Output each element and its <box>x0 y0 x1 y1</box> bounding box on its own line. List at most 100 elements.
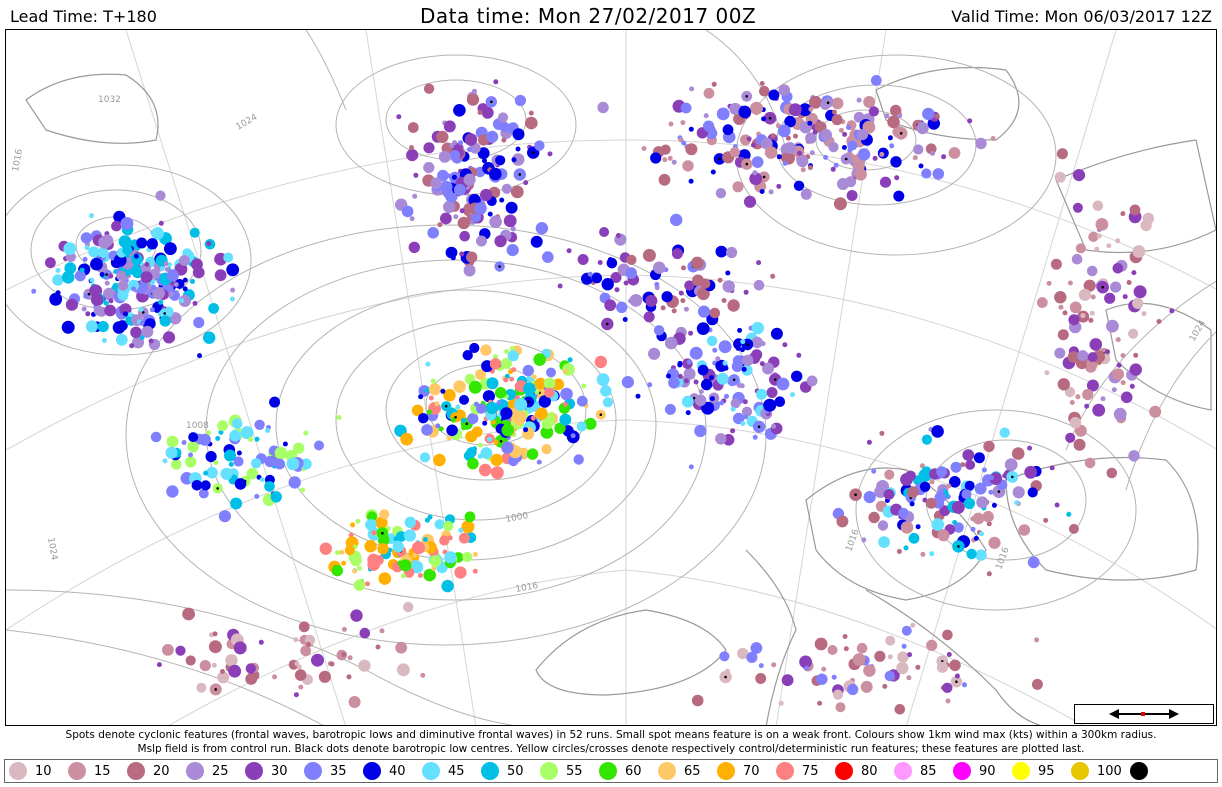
map-canvas[interactable]: 1032 1024 1016 1008 1000 1016 1024 1016 1024 1016 <box>6 30 1217 726</box>
cyclone-spot <box>724 393 729 399</box>
cyclone-spot <box>1018 524 1031 536</box>
cyclone-spot <box>1082 389 1094 401</box>
cyclone-spot <box>503 377 509 383</box>
cyclone-spot <box>146 238 158 250</box>
cyclone-spot <box>85 311 91 317</box>
legend-item: 70 <box>713 762 772 780</box>
cyclone-spot <box>1067 351 1080 363</box>
cyclone-spot <box>401 205 414 218</box>
legend-item: 75 <box>772 762 831 780</box>
lead-time-label: Lead Time: T+180 <box>10 7 157 26</box>
cyclone-spot <box>348 696 361 708</box>
cyclone-spot <box>671 248 683 260</box>
cyclone-spot <box>932 168 945 180</box>
cyclone-spot <box>254 419 265 430</box>
cyclone-spot <box>140 271 153 283</box>
cyclone-spot <box>730 398 741 409</box>
cyclone-spot <box>203 331 216 344</box>
cyclone-spot <box>399 559 412 572</box>
cyclone-spot <box>1128 328 1139 339</box>
cyclone-spot <box>430 378 436 384</box>
cyclone-spot <box>887 115 900 129</box>
cyclone-spot <box>866 439 872 445</box>
cyclone-spot <box>148 338 154 344</box>
cyclone-spot <box>173 282 179 287</box>
cyclone-spot <box>591 272 603 284</box>
cyclone-spot <box>913 144 924 155</box>
cyclone-spot <box>756 388 767 400</box>
cyclone-spot <box>455 404 461 410</box>
cyclone-spot <box>206 241 212 246</box>
cyclone-spot <box>717 277 723 283</box>
cyclone-spot <box>678 290 684 296</box>
legend-item: 40 <box>359 762 418 780</box>
cyclone-spot <box>499 197 505 203</box>
legend-color-swatch <box>186 762 204 780</box>
cyclone-spot <box>821 666 827 672</box>
cyclone-spot <box>61 271 75 284</box>
cyclone-spot <box>434 401 440 407</box>
map-panel[interactable]: 1032 1024 1016 1008 1000 1016 1024 1016 1024 1016 <box>5 29 1217 726</box>
cyclone-spot <box>685 143 698 156</box>
cyclone-spot <box>1068 523 1079 534</box>
cyclone-spot <box>443 520 454 532</box>
cyclone-spot <box>535 222 549 235</box>
cyclone-spot <box>450 255 456 261</box>
cyclone-spot <box>1072 202 1083 213</box>
cyclone-spot <box>454 566 467 579</box>
cyclone-spot <box>1073 438 1086 451</box>
cyclone-spot <box>967 118 973 124</box>
cyclone-spot <box>778 700 784 706</box>
legend-label: 85 <box>920 763 937 779</box>
isobar-label: 1000 <box>505 511 530 525</box>
cyclone-spot <box>541 417 554 430</box>
cyclone-spot <box>833 162 839 168</box>
cyclone-spot <box>171 459 182 470</box>
cyclone-spot <box>962 449 975 461</box>
cyclone-spot <box>751 336 763 349</box>
cyclone-spot <box>691 256 704 270</box>
isobar-label: 1008 <box>186 421 209 431</box>
cyclone-spot <box>350 609 363 622</box>
cyclone-spot <box>151 284 157 290</box>
cyclone-spot <box>597 101 609 114</box>
cyclone-spot <box>489 167 502 181</box>
cyclone-spot <box>742 354 754 366</box>
cyclone-spot <box>522 364 534 377</box>
cyclone-spot <box>514 94 526 107</box>
cyclone-spot <box>852 653 866 667</box>
cyclone-spot <box>910 622 916 628</box>
cyclone-spot <box>341 652 347 657</box>
cyclone-spot <box>165 446 178 459</box>
cyclone-spot <box>505 201 518 214</box>
cyclone-spot <box>709 396 715 402</box>
cyclone-spot <box>397 663 410 677</box>
cyclone-spot <box>750 101 763 115</box>
cyclone-spot <box>523 382 536 396</box>
cyclone-spot <box>1105 349 1110 355</box>
cyclone-spot <box>533 353 546 366</box>
cyclone-spot <box>476 403 487 414</box>
cyclone-spot <box>471 426 483 438</box>
cyclone-spot <box>764 146 778 159</box>
cyclone-spot <box>421 424 433 436</box>
cyclone-spot <box>942 682 953 693</box>
cyclone-spot <box>234 478 247 490</box>
cyclone-spot <box>426 409 432 415</box>
cyclone-spot <box>688 330 694 336</box>
cyclone-spot <box>800 167 806 173</box>
cyclone-spot <box>462 551 473 563</box>
cyclone-spot <box>642 248 656 262</box>
cyclone-spot <box>264 456 276 468</box>
cyclone-spot <box>123 311 128 317</box>
cyclone-spot <box>945 698 951 704</box>
cyclone-spot <box>450 417 456 423</box>
cyclone-spot <box>82 256 88 262</box>
cyclone-spot <box>467 457 479 470</box>
cyclone-spot <box>1115 238 1121 244</box>
cyclone-spot <box>440 212 452 225</box>
cyclone-spot <box>1089 310 1095 316</box>
cyclone-spot <box>918 163 924 169</box>
cyclone-spot <box>511 157 517 163</box>
cyclone-spot <box>1120 353 1126 358</box>
